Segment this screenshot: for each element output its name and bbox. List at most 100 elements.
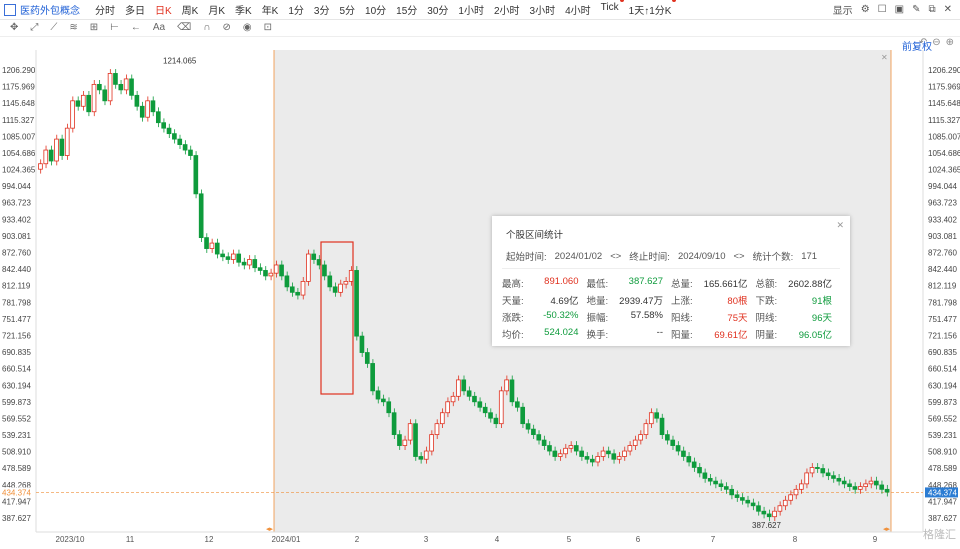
candle-body [450, 395, 456, 403]
stat-cell: 天量: 4.69亿 [502, 293, 587, 307]
period-tab[interactable]: 2小时 [489, 2, 525, 17]
end-arrows-icon[interactable]: <> [733, 251, 744, 262]
move-icon[interactable]: ✥ [10, 22, 18, 33]
text-tool-icon[interactable]: Aa [153, 22, 165, 33]
pen-icon[interactable]: ✎ [912, 4, 920, 15]
candle-body [606, 450, 611, 455]
layout-icon[interactable]: ☐ [878, 4, 887, 15]
plus-icon[interactable]: ⊕ [946, 37, 954, 48]
candle-body [391, 412, 397, 436]
count-value: 171 [801, 250, 818, 262]
panel-close-icon[interactable]: ✕ [836, 220, 844, 231]
range-start-marker: ◂▸ [266, 526, 274, 533]
period-tab[interactable]: 4小时 [560, 2, 596, 17]
candle-body [563, 447, 568, 455]
current-price-label-left: 434.374 [2, 488, 31, 497]
period-tab[interactable]: 日K [150, 2, 177, 17]
date-tick: 4 [495, 535, 500, 544]
start-arrows-icon[interactable]: <> [610, 251, 621, 262]
candle-body [429, 434, 434, 452]
date-tick: 8 [793, 535, 798, 544]
candle-body [172, 133, 177, 140]
lock-icon[interactable]: ⊡ [264, 22, 272, 33]
candle-body [557, 453, 563, 457]
candle-body [665, 434, 670, 441]
period-tab[interactable]: 季K [230, 2, 257, 17]
period-tab[interactable]: 分时 [90, 2, 120, 17]
period-tab[interactable]: 5分 [334, 2, 360, 17]
end-value[interactable]: 2024/09/10 [678, 251, 726, 262]
minus-icon[interactable]: ⊖ [932, 37, 940, 48]
candle-body [515, 401, 520, 408]
candle-body [166, 127, 172, 135]
stat-cell: 涨跌: -50.32% [502, 310, 587, 324]
trend-tool-icon[interactable]: ⟋ [50, 22, 57, 33]
arrow-tool-icon[interactable]: ← [131, 22, 141, 33]
period-tab[interactable]: 3分 [309, 2, 335, 17]
line-tool-icon[interactable]: ⤢ [30, 22, 38, 33]
eye-icon[interactable]: ◉ [243, 22, 252, 33]
candle-body [493, 417, 499, 425]
candle-body [306, 253, 311, 282]
candle-body [118, 83, 124, 91]
period-tab[interactable]: 月K [203, 2, 230, 17]
period-tab[interactable]: 年K [257, 2, 284, 17]
candle-body [413, 423, 418, 457]
candle-body [498, 390, 504, 425]
candle-body [793, 488, 799, 496]
price-tick-left: 812.119 [2, 282, 31, 291]
candle-body [129, 78, 134, 96]
price-tick-right: 872.760 [928, 249, 957, 258]
stat-value: 69.61亿 [714, 329, 748, 341]
period-tab[interactable]: 10分 [360, 2, 391, 17]
start-value[interactable]: 2024/01/02 [555, 251, 603, 262]
fib-tool-icon[interactable]: ⊞ [90, 22, 98, 33]
candle-body [80, 94, 86, 107]
window-icon[interactable]: ⧉ [928, 4, 935, 15]
measure-tool-icon[interactable]: ⊢ [110, 22, 119, 33]
stat-value: 96.05亿 [798, 329, 832, 341]
period-tab[interactable]: 15分 [391, 2, 422, 17]
eraser-icon[interactable]: ⌫ [177, 22, 191, 33]
candle-body [702, 472, 708, 479]
watermark-logo: 格隆汇 [923, 529, 956, 541]
close-icon[interactable]: ✕ [944, 4, 952, 15]
price-tick-left: 599.873 [2, 398, 31, 407]
price-tick-left: 1115.327 [2, 116, 35, 125]
period-tab[interactable]: Tick [596, 0, 624, 17]
camera-icon[interactable]: ▣ [895, 4, 904, 15]
period-tab[interactable]: 30分 [422, 2, 453, 17]
period-tab[interactable]: 1天↑1分K [624, 0, 677, 17]
stats-row: 均价: 524.024 换手: -- 阳量: 69.61亿 阴量: 96.05亿 [502, 325, 840, 342]
stat-value: 91根 [811, 295, 832, 307]
stat-cell: 地量: 2939.47万 [587, 293, 672, 307]
candle-body [616, 456, 622, 460]
period-tab[interactable]: 3小时 [525, 2, 561, 17]
price-tick-right: 1054.686 [928, 149, 960, 158]
hide-icon[interactable]: ⊘ [222, 22, 230, 33]
price-tick-left: 690.835 [2, 348, 31, 357]
date-tick: 9 [873, 535, 878, 544]
candle-body [686, 456, 692, 463]
candle-body [145, 100, 150, 118]
date-tick: 3 [424, 535, 429, 544]
period-tab[interactable]: 1分 [283, 2, 309, 17]
stats-row: 涨跌: -50.32% 振幅: 57.58% 阳线: 75天 阴线: 96天 [502, 308, 840, 325]
magnet-icon[interactable]: ∩ [203, 22, 210, 33]
price-tick-left: 417.947 [2, 497, 31, 506]
stock-title[interactable]: 医药外包概念 [20, 2, 80, 17]
candle-body [198, 193, 204, 239]
channel-tool-icon[interactable]: ≋ [69, 22, 77, 33]
price-tick-left: 1024.365 [2, 166, 36, 175]
stat-label: 天量: [502, 295, 524, 307]
stat-cell: 阳线: 75天 [671, 310, 756, 324]
period-tab[interactable]: 多日 [120, 2, 150, 17]
period-tab[interactable]: 1小时 [453, 2, 489, 17]
settings-icon[interactable]: ⚙ [861, 4, 870, 15]
candle-body [456, 379, 461, 397]
period-tab[interactable]: 周K [177, 2, 204, 17]
display-button[interactable]: 显示 [833, 2, 853, 17]
price-tick-left: 963.723 [2, 199, 31, 208]
candle-body [113, 73, 118, 85]
undo-icon[interactable]: ↶ [919, 37, 927, 48]
